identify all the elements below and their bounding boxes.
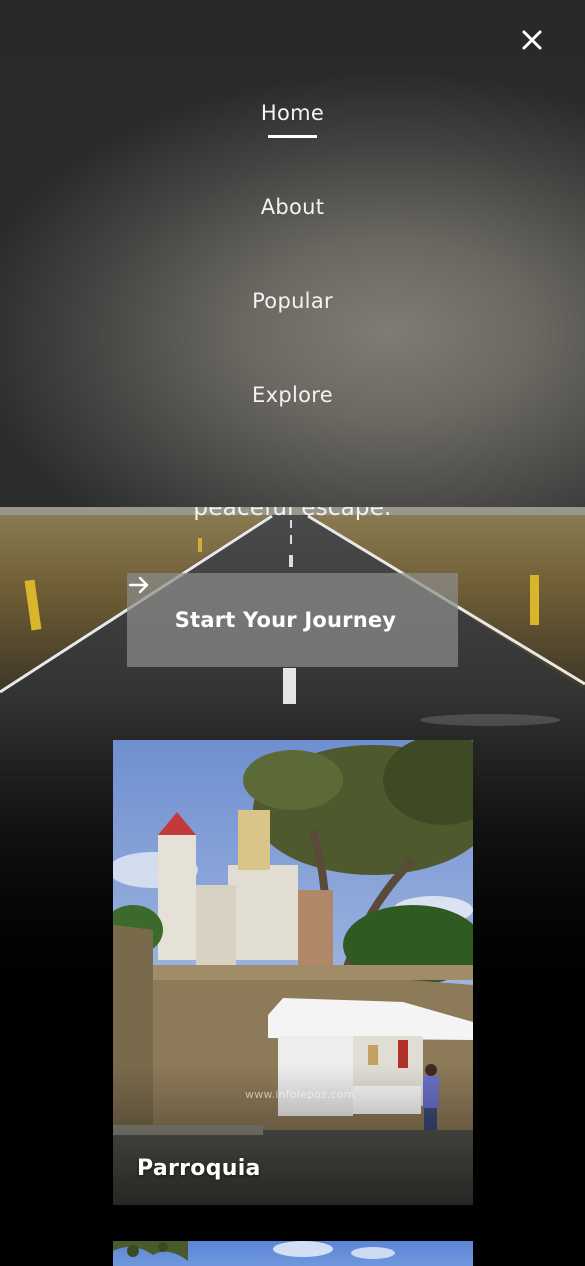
nav-overlay: Home About Popular Explore — [0, 0, 585, 507]
nav-item-popular: Popular — [0, 278, 585, 372]
destination-card-2[interactable] — [113, 1241, 473, 1266]
nav-link-popular[interactable]: Popular — [252, 278, 333, 324]
destination-card-parroquia[interactable]: www.infolepoz.com Parroquia — [113, 740, 473, 1205]
page: peaceful escape. Start Your Journey Home — [0, 0, 585, 1266]
nav-menu: Home About Popular Explore — [0, 90, 585, 466]
destination-photo-2 — [113, 1241, 473, 1266]
nav-link-home[interactable]: Home — [261, 90, 324, 138]
start-journey-label: Start Your Journey — [174, 608, 397, 632]
nav-item-about: About — [0, 184, 585, 278]
nav-item-home: Home — [0, 90, 585, 184]
card-title: Parroquia — [137, 1156, 261, 1181]
photo-watermark: www.infolepoz.com — [245, 1088, 355, 1101]
nav-link-about[interactable]: About — [261, 184, 325, 230]
nav-link-explore[interactable]: Explore — [252, 372, 333, 418]
start-journey-button[interactable]: Start Your Journey — [127, 573, 458, 667]
parroquia-photo — [113, 740, 473, 1205]
nav-item-explore: Explore — [0, 372, 585, 466]
close-icon[interactable] — [519, 27, 545, 53]
